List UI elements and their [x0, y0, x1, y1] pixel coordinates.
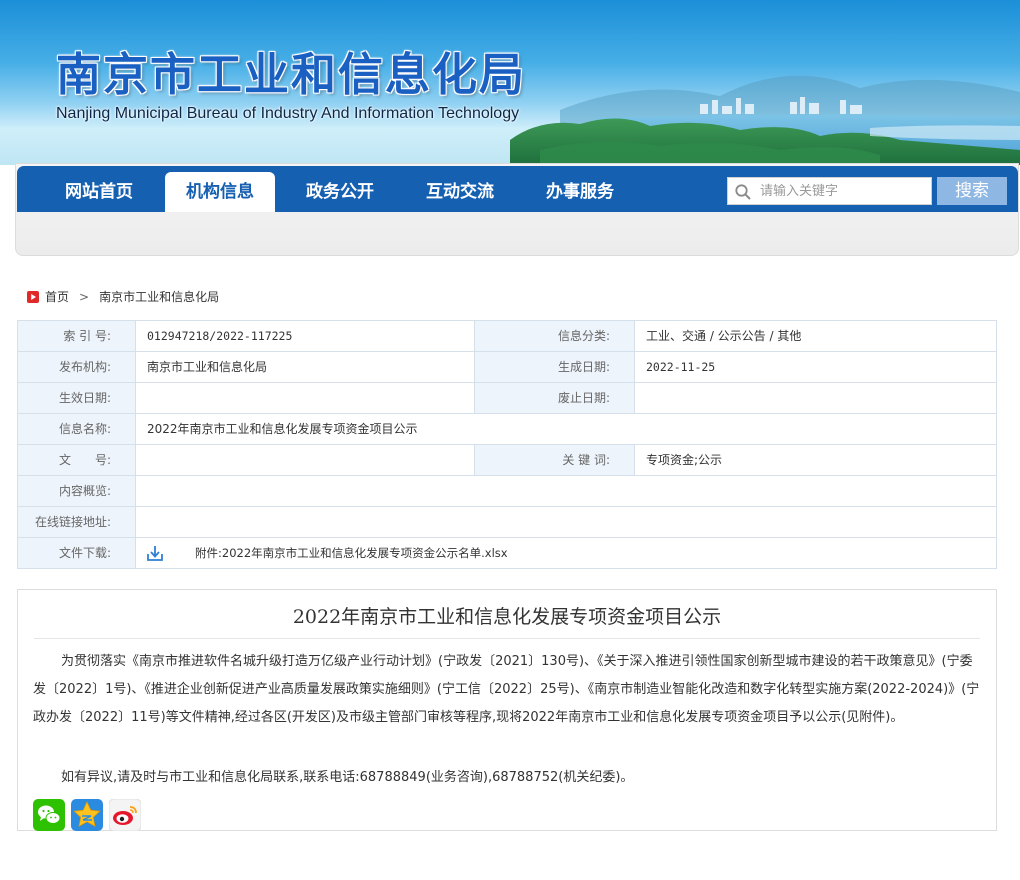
- table-row: 文件下载: 附件:2022年南京市工业和信息化发展专项资金公示名单.xlsx: [18, 538, 996, 569]
- document-meta-table: 索 引 号: 012947218/2022-117225 信息分类: 工业、交通…: [17, 320, 997, 569]
- keywords-label: 关 键 词:: [475, 445, 635, 475]
- nav-item-services[interactable]: 办事服务: [525, 172, 635, 212]
- publisher-label: 发布机构:: [18, 352, 136, 382]
- index-label: 索 引 号:: [18, 321, 136, 351]
- nav-item-interaction[interactable]: 互动交流: [405, 172, 515, 212]
- title-divider: [34, 638, 980, 639]
- category-value: 工业、交通 / 公示公告 / 其他: [646, 329, 802, 343]
- info-name-label: 信息名称:: [18, 414, 136, 444]
- search-button[interactable]: 搜索: [937, 177, 1007, 205]
- article-paragraph: 如有异议,请及时与市工业和信息化局联系,联系电话:68788849(业务咨询),…: [61, 770, 634, 785]
- chevron-right-icon: >: [79, 290, 90, 304]
- effective-date-label: 生效日期:: [18, 383, 136, 413]
- nav-item-home[interactable]: 网站首页: [43, 172, 155, 212]
- nav-item-government-affairs[interactable]: 政务公开: [285, 172, 395, 212]
- online-link-label: 在线链接地址:: [18, 507, 136, 537]
- table-row: 文 号: 关 键 词: 专项资金;公示: [18, 445, 996, 476]
- table-row: 信息名称: 2022年南京市工业和信息化发展专项资金项目公示: [18, 414, 996, 445]
- search-icon: [735, 184, 751, 200]
- table-row: 在线链接地址:: [18, 507, 996, 538]
- site-subtitle: Nanjing Municipal Bureau of Industry And…: [56, 105, 520, 122]
- qzone-icon[interactable]: [71, 799, 103, 831]
- doc-number-value: [136, 445, 475, 475]
- site-title: 南京市工业和信息化局: [56, 48, 527, 101]
- table-row: 索 引 号: 012947218/2022-117225 信息分类: 工业、交通…: [18, 321, 996, 352]
- category-label: 信息分类:: [475, 321, 635, 351]
- search-input[interactable]: [760, 180, 928, 202]
- table-row: 内容概览:: [18, 476, 996, 507]
- header-banner: 南京市工业和信息化局 Nanjing Municipal Bureau of I…: [0, 0, 1020, 165]
- expiry-date-value: [635, 383, 996, 413]
- publisher-value: 南京市工业和信息化局: [136, 352, 475, 382]
- article-panel: 2022年南京市工业和信息化发展专项资金项目公示 为贯彻落实《南京市推进软件名城…: [17, 589, 997, 831]
- created-date-value: 2022-11-25: [646, 360, 716, 374]
- weibo-icon[interactable]: [109, 799, 141, 831]
- article-title: 2022年南京市工业和信息化发展专项资金项目公示: [292, 606, 722, 628]
- effective-date-value: [136, 383, 475, 413]
- breadcrumb-home[interactable]: 首页: [45, 287, 69, 307]
- keywords-value: 专项资金;公示: [646, 453, 723, 467]
- wechat-icon[interactable]: [33, 799, 65, 831]
- summary-value: [136, 476, 996, 506]
- breadcrumb: 首页 > 南京市工业和信息化局: [27, 287, 219, 307]
- table-row: 生效日期: 废止日期:: [18, 383, 996, 414]
- expiry-date-label: 废止日期:: [475, 383, 635, 413]
- article-paragraph: 为贯彻落实《南京市推进软件名城升级打造万亿级产业行动计划》(宁政发〔2021〕1…: [33, 654, 980, 725]
- search-box: [727, 177, 932, 205]
- online-link-value[interactable]: [136, 507, 996, 537]
- table-row: 发布机构: 南京市工业和信息化局 生成日期: 2022-11-25: [18, 352, 996, 383]
- breadcrumb-current[interactable]: 南京市工业和信息化局: [99, 287, 219, 307]
- play-bullet-icon: [27, 291, 39, 303]
- created-date-label: 生成日期:: [475, 352, 635, 382]
- index-value: 012947218/2022-117225: [136, 321, 475, 351]
- file-download-label: 文件下载:: [18, 538, 136, 568]
- attachment-link[interactable]: 附件:2022年南京市工业和信息化发展专项资金公示名单.xlsx: [195, 538, 508, 568]
- doc-number-label: 文 号:: [18, 445, 136, 475]
- summary-label: 内容概览:: [18, 476, 136, 506]
- nav-item-organization[interactable]: 机构信息: [165, 172, 275, 212]
- download-icon[interactable]: [146, 544, 164, 562]
- info-name-value: 2022年南京市工业和信息化发展专项资金项目公示: [147, 422, 418, 436]
